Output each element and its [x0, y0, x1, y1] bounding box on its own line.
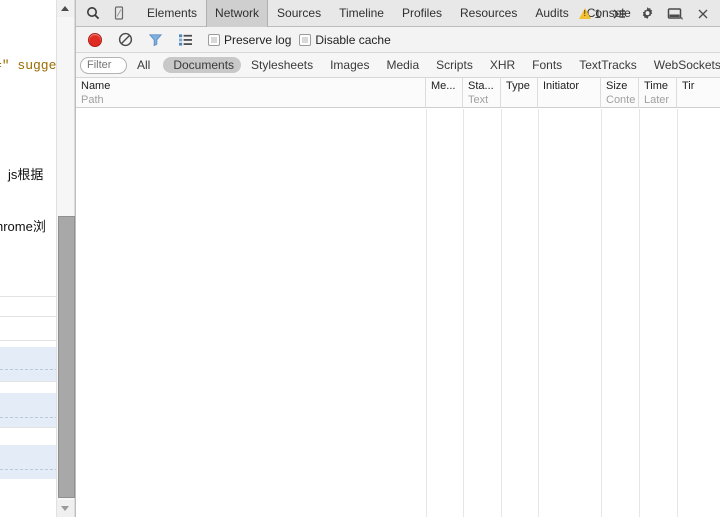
filter-type-media[interactable]: Media	[379, 57, 426, 73]
tab-timeline[interactable]: Timeline	[330, 0, 393, 27]
column-title: Time	[644, 80, 669, 92]
preserve-log-checkbox[interactable]: Preserve log	[208, 33, 291, 47]
page-text-snippet-3: hrome浏	[0, 219, 46, 234]
disable-cache-checkbox[interactable]: Disable cache	[299, 32, 391, 47]
column-subtitle: Later	[644, 94, 670, 106]
devtools-tab-list: Elements Network Sources Timeline Profil…	[138, 0, 640, 27]
devtools-panel: Elements Network Sources Timeline Profil…	[75, 0, 720, 517]
tab-resources[interactable]: Resources	[451, 0, 526, 27]
tab-elements[interactable]: Elements	[138, 0, 206, 27]
column-divider[interactable]	[426, 109, 427, 517]
filter-type-all[interactable]: All	[130, 57, 157, 73]
column-divider[interactable]	[639, 109, 640, 517]
column-header-type[interactable]: Type	[501, 78, 538, 108]
column-divider[interactable]	[538, 109, 539, 517]
disable-cache-label: Disable cache	[315, 32, 391, 47]
column-subtitle: Text	[468, 94, 489, 106]
column-header-initiator[interactable]: Initiator	[538, 78, 601, 108]
filter-type-websockets[interactable]: WebSockets	[647, 57, 720, 73]
filter-type-stylesheets[interactable]: Stylesheets	[244, 57, 320, 73]
column-title: Name	[81, 80, 111, 92]
column-title: Type	[506, 80, 530, 92]
checkbox-box[interactable]	[299, 33, 312, 46]
record-button-icon[interactable]	[80, 28, 110, 52]
network-request-list[interactable]	[76, 109, 720, 517]
column-title: Sta...	[468, 80, 494, 92]
column-title: Me...	[431, 80, 456, 92]
resource-type-filter-bar: All Documents Stylesheets Images Media S…	[76, 53, 720, 78]
column-title: Size	[606, 80, 628, 92]
screenshot-root: =" sugges js根据 hrome浏 Elements Network S…	[0, 0, 720, 517]
column-header-size[interactable]: Size Conte	[601, 78, 639, 108]
column-divider[interactable]	[677, 109, 678, 517]
filter-type-images[interactable]: Images	[323, 57, 376, 73]
tab-sources[interactable]: Sources	[268, 0, 330, 27]
dock-window-icon[interactable]	[662, 1, 688, 27]
warning-triangle-icon	[579, 8, 592, 19]
devtools-tabbar-actions: 1	[576, 0, 716, 27]
scroll-up-arrow-icon[interactable]	[57, 0, 74, 17]
warning-badge[interactable]: 1	[576, 7, 604, 21]
column-header-name[interactable]: Name Path	[76, 78, 426, 108]
console-drawer-icon[interactable]	[606, 1, 632, 27]
scrollbar-thumb[interactable]	[58, 216, 75, 498]
filter-input[interactable]	[80, 56, 127, 74]
filter-type-xhr[interactable]: XHR	[483, 57, 522, 73]
filter-funnel-icon[interactable]	[140, 28, 170, 52]
column-divider[interactable]	[601, 109, 602, 517]
filter-type-texttracks[interactable]: TextTracks	[572, 57, 644, 73]
filter-type-fonts[interactable]: Fonts	[525, 57, 569, 73]
scroll-down-arrow-icon[interactable]	[57, 500, 74, 517]
column-header-time[interactable]: Time Later	[639, 78, 677, 108]
network-control-bar: Preserve log Disable cache	[76, 27, 720, 53]
devtools-tabbar: Elements Network Sources Timeline Profil…	[76, 0, 720, 27]
column-divider[interactable]	[463, 109, 464, 517]
column-header-timeline[interactable]: Tir	[677, 78, 720, 108]
page-text-snippet-2: js根据	[8, 167, 44, 182]
checkbox-box[interactable]	[208, 33, 220, 46]
search-icon[interactable]	[80, 0, 106, 26]
filter-type-documents[interactable]: Documents	[163, 57, 242, 73]
gear-icon[interactable]	[634, 1, 660, 27]
tab-audits[interactable]: Audits	[526, 0, 577, 27]
network-table-header: Name Path Me... Sta... Text Type Initiat…	[76, 78, 720, 108]
column-subtitle: Conte	[606, 94, 636, 106]
column-divider[interactable]	[501, 109, 502, 517]
filter-type-scripts[interactable]: Scripts	[429, 57, 480, 73]
clear-button-icon[interactable]	[110, 28, 140, 52]
close-icon[interactable]	[690, 1, 716, 27]
preserve-log-label: Preserve log	[224, 32, 292, 47]
page-code-snippet-1: =" sugges	[0, 58, 65, 73]
device-toggle-icon[interactable]	[106, 0, 132, 26]
column-title: Initiator	[543, 80, 580, 92]
page-vertical-scrollbar[interactable]	[56, 0, 75, 517]
column-header-method[interactable]: Me...	[426, 78, 463, 108]
tab-profiles[interactable]: Profiles	[393, 0, 451, 27]
tab-network[interactable]: Network	[206, 0, 269, 27]
column-header-status[interactable]: Sta... Text	[463, 78, 501, 108]
column-subtitle: Path	[81, 94, 104, 106]
column-title: Tir	[682, 80, 695, 92]
group-list-icon[interactable]	[170, 28, 200, 52]
warning-count: 1	[594, 6, 601, 21]
